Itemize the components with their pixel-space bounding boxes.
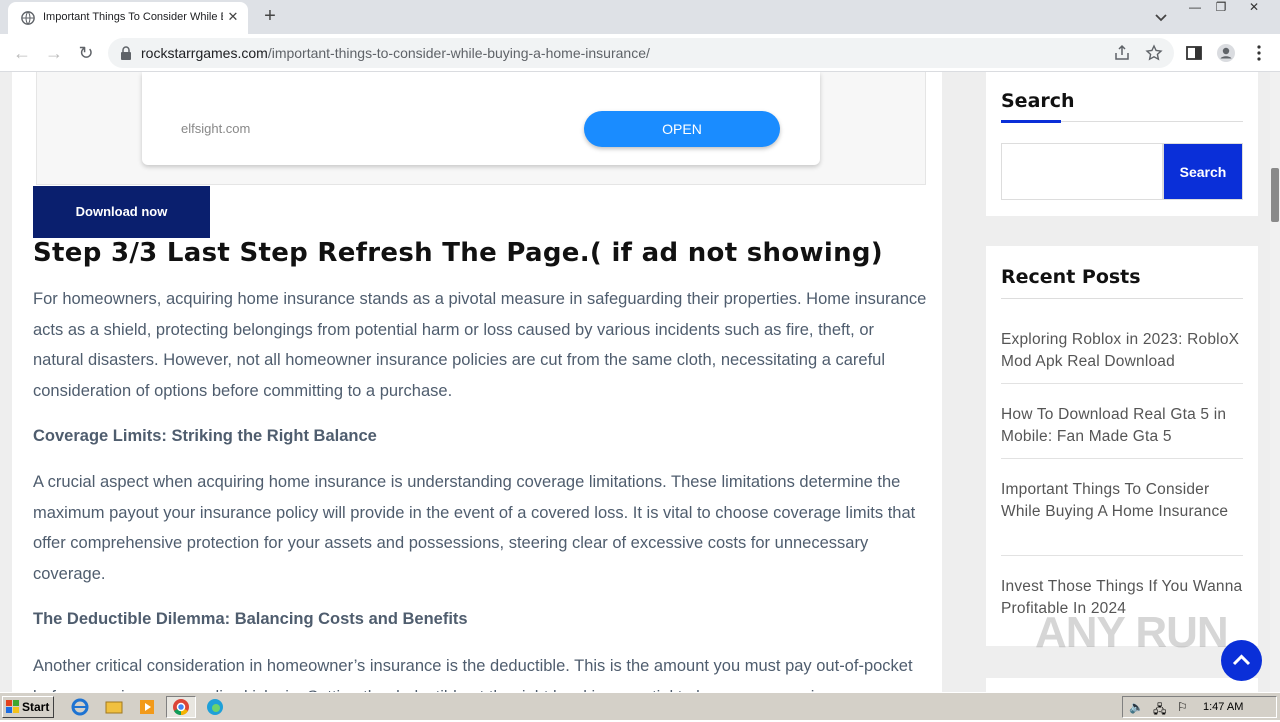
minimize-button[interactable]: — (1183, 0, 1207, 18)
tab-strip: Important Things To Consider While B ✕ +… (0, 0, 1280, 34)
url-domain: rockstarrgames.com (141, 45, 268, 61)
flag-icon[interactable]: ⚐ (1177, 700, 1188, 714)
deductible-paragraph: Another critical consideration in homeow… (33, 657, 913, 692)
recent-posts-title: Recent Posts (1001, 266, 1141, 288)
file-explorer-icon[interactable] (103, 697, 125, 717)
media-player-icon[interactable] (136, 697, 158, 717)
recent-post-link[interactable]: Important Things To Consider While Buyin… (1001, 479, 1246, 523)
edge-icon[interactable] (204, 697, 226, 717)
browser-toolbar: ← → ↻ rockstarrgames.com/important-thing… (0, 34, 1280, 72)
url-text: rockstarrgames.com/important-things-to-c… (141, 45, 650, 61)
chevron-up-icon (1232, 654, 1251, 666)
network-icon[interactable]: 🖧 (1153, 700, 1166, 721)
chrome-icon (173, 699, 189, 716)
divider (1001, 555, 1243, 556)
search-button[interactable]: Search (1163, 143, 1243, 200)
coverage-limits-heading: Coverage Limits: Striking the Right Bala… (33, 427, 377, 445)
lock-icon (121, 46, 131, 60)
reload-icon[interactable]: ↻ (74, 41, 98, 65)
ad-panel: elfsight.com OPEN (142, 72, 820, 165)
address-bar[interactable]: rockstarrgames.com/important-things-to-c… (108, 38, 1174, 68)
download-now-button[interactable]: Download now (33, 186, 210, 238)
maximize-button[interactable]: ❐ (1210, 0, 1232, 18)
recent-post-link[interactable]: How To Download Real Gta 5 in Mobile: Fa… (1001, 404, 1246, 448)
divider (1001, 458, 1243, 459)
forward-arrow-icon[interactable]: → (42, 41, 66, 65)
ad-brand: elfsight.com (181, 121, 251, 136)
recent-posts-widget: Recent Posts Exploring Roblox in 2023: R… (986, 246, 1258, 646)
internet-explorer-icon[interactable] (69, 697, 91, 717)
title-accent (1001, 120, 1061, 123)
ad-container: elfsight.com OPEN (36, 72, 926, 185)
start-button[interactable]: Start (2, 696, 54, 718)
search-widget-title: Search (1001, 90, 1075, 112)
scroll-to-top-button[interactable] (1221, 640, 1262, 681)
tab-close-icon[interactable]: ✕ (224, 8, 242, 26)
deductible-heading: The Deductible Dilemma: Balancing Costs … (33, 610, 468, 628)
browser-tab[interactable]: Important Things To Consider While B ✕ (8, 2, 248, 34)
recent-post-link[interactable]: Exploring Roblox in 2023: RobloX Mod Apk… (1001, 329, 1246, 373)
windows-taskbar: Start 🔈 🖧 ⚐ 1:47 AM (0, 692, 1280, 720)
profile-avatar-icon[interactable] (1216, 43, 1236, 63)
taskbar-clock[interactable]: 1:47 AM (1203, 701, 1243, 713)
ad-open-button[interactable]: OPEN (584, 111, 780, 147)
step-title: Step 3/3 Last Step Refresh The Page.( if… (33, 238, 883, 268)
tab-search-icon[interactable] (1150, 6, 1172, 28)
next-widget (986, 678, 1258, 692)
tab-title: Important Things To Consider While B (43, 11, 223, 23)
globe-icon (21, 11, 35, 25)
article-card: elfsight.com OPEN Download now Step 3/3 … (12, 72, 942, 692)
close-window-button[interactable]: ✕ (1242, 0, 1266, 18)
share-icon[interactable] (1113, 44, 1131, 62)
divider (1001, 298, 1243, 299)
coverage-limits-paragraph: A crucial aspect when acquiring home ins… (33, 473, 916, 583)
bookmark-star-icon[interactable] (1145, 44, 1163, 62)
system-tray: 🔈 🖧 ⚐ 1:47 AM (1122, 696, 1277, 718)
page-scrollbar[interactable] (1270, 72, 1280, 692)
intro-paragraph: For homeowners, acquiring home insurance… (33, 290, 927, 400)
page-viewport: elfsight.com OPEN Download now Step 3/3 … (0, 72, 1270, 692)
search-input[interactable] (1001, 143, 1163, 200)
back-arrow-icon[interactable]: ← (10, 41, 34, 65)
menu-dots-icon[interactable] (1249, 43, 1269, 63)
new-tab-button[interactable]: + (258, 4, 282, 28)
start-label: Start (22, 700, 50, 714)
url-path: /important-things-to-consider-while-buyi… (267, 45, 650, 61)
volume-icon[interactable]: 🔈 (1129, 700, 1144, 714)
chrome-taskbar-button[interactable] (166, 696, 196, 718)
side-panel-icon[interactable] (1184, 43, 1204, 63)
scrollbar-thumb[interactable] (1271, 168, 1279, 222)
divider (1001, 383, 1243, 384)
search-widget: Search Search (986, 72, 1258, 216)
windows-logo-icon (6, 700, 19, 713)
anyrun-watermark: ANY RUN (1035, 608, 1229, 657)
